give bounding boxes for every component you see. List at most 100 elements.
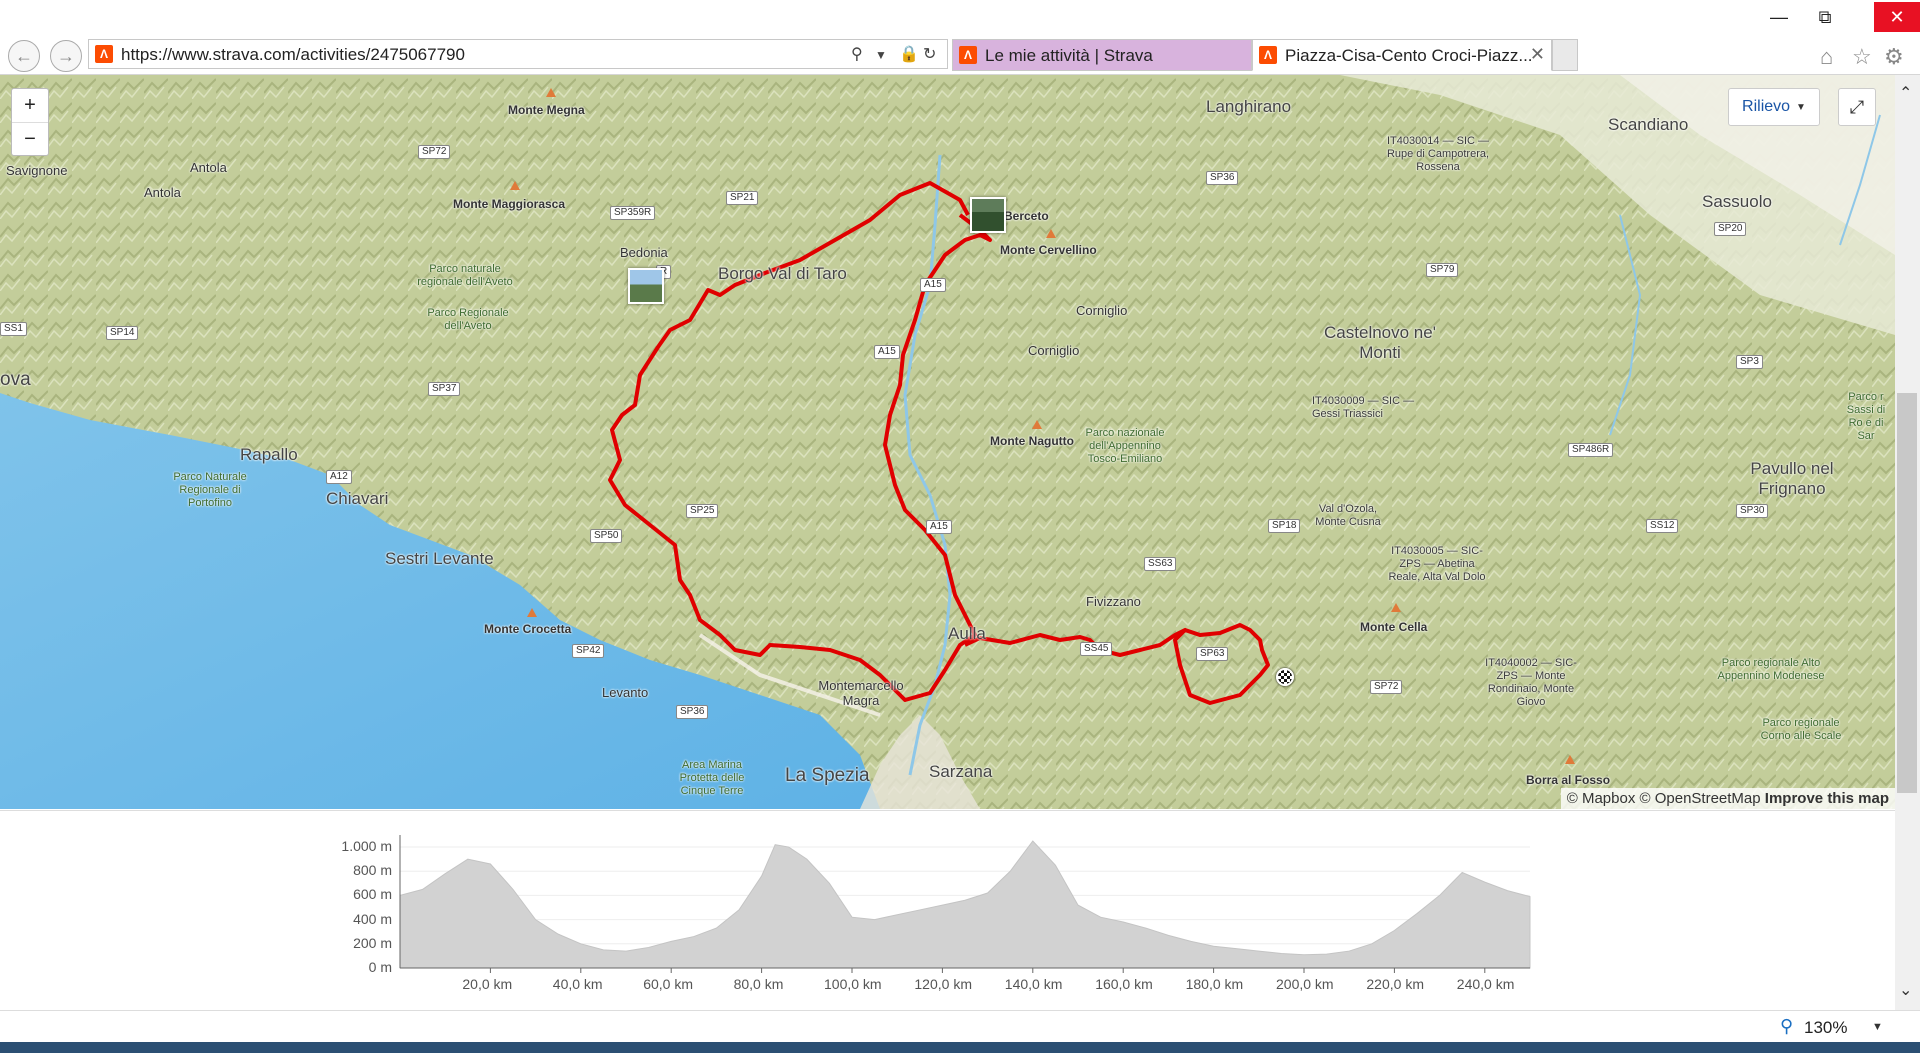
improve-map-link[interactable]: Improve this map	[1765, 790, 1889, 807]
road-shield: SP63	[1196, 647, 1229, 661]
scroll-thumb[interactable]	[1897, 393, 1917, 793]
road-shield: SS45	[1080, 642, 1113, 656]
zoom-in-button[interactable]: +	[12, 89, 48, 123]
road-shield: A15	[874, 345, 900, 359]
x-tick-label: 160,0 km	[1095, 976, 1153, 992]
tab-close-icon[interactable]: ✕	[1530, 44, 1545, 65]
strava-favicon-icon: Λ	[95, 45, 113, 63]
map-place-label: Antola	[144, 185, 181, 200]
road-shield: SP36	[676, 705, 709, 719]
road-shield: SP36	[1206, 171, 1239, 185]
park-label: Area Marina Protetta delle Cinque Terre	[679, 759, 745, 797]
y-tick-label: 0 m	[368, 959, 392, 975]
elevation-area	[399, 840, 1531, 969]
map-place-label: Fivizzano	[1086, 594, 1141, 609]
map-place-label: Monte Cella	[1360, 620, 1428, 634]
page-scrollbar[interactable]: ⌃ ⌄	[1895, 75, 1920, 1010]
road-shield: SP14	[106, 326, 139, 340]
x-tick-label: 180,0 km	[1185, 976, 1244, 992]
map-place-label: Berceto	[1004, 209, 1049, 223]
peak-icon	[510, 181, 520, 190]
map-place-label: Castelnovo ne' Monti	[1324, 323, 1436, 362]
zoom-control: + −	[11, 88, 49, 156]
road-shield: SP21	[726, 191, 759, 205]
elevation-profile[interactable]: 0 m 200 m 400 m 600 m 800 m 1.000 m 20,0 km 40,…	[0, 810, 1895, 1011]
favorites-star-icon[interactable]: ☆	[1852, 44, 1872, 70]
map-place-label: Borgo Val di Taro	[718, 264, 847, 283]
map-layer-label: Rilievo	[1742, 98, 1791, 115]
scroll-up-icon[interactable]: ⌃	[1899, 83, 1912, 103]
map-view[interactable]: Langhirano Scandiano Sassuolo Monte Megn…	[0, 75, 1895, 809]
road-shield: SP25	[686, 504, 719, 518]
map-layer-dropdown[interactable]: Rilievo ▼	[1728, 88, 1820, 126]
search-icon[interactable]: ⚲	[851, 44, 863, 64]
map-place-label: Chiavari	[326, 489, 389, 508]
peak-icon	[527, 608, 537, 617]
settings-gear-icon[interactable]: ⚙	[1884, 44, 1904, 70]
forward-arrow-icon: →	[57, 45, 75, 66]
tab-label: Le mie attività | Strava	[985, 46, 1153, 65]
scroll-down-icon[interactable]: ⌄	[1899, 980, 1912, 1000]
photo-marker[interactable]	[970, 197, 1006, 233]
minimize-button[interactable]: —	[1756, 2, 1802, 32]
x-tick-label: 40,0 km	[552, 976, 603, 992]
map-place-label: Corniglio	[1028, 343, 1080, 358]
road-shield: SP359R	[610, 206, 656, 220]
zoom-level[interactable]: 130%	[1804, 1018, 1847, 1038]
park-label: Val d'Ozola, Monte Cusna	[1315, 503, 1381, 528]
windows-taskbar	[0, 1042, 1920, 1053]
dropdown-icon[interactable]: ▼	[875, 48, 887, 62]
map-place-label: Pavullo nel Frignano	[1750, 459, 1834, 498]
window-titlebar: — ⧉ ✕	[0, 0, 1920, 36]
zoom-dropdown-icon[interactable]: ▼	[1872, 1021, 1883, 1033]
map-place-label: Levanto	[602, 685, 649, 700]
lock-icon[interactable]: 🔒	[899, 44, 919, 64]
forward-button[interactable]: →	[50, 40, 82, 72]
restore-button[interactable]: ⧉	[1802, 2, 1848, 32]
map-place-label: Scandiano	[1608, 115, 1689, 134]
tab-le-mie-attivita[interactable]: Λ Le mie attività | Strava	[952, 39, 1252, 71]
map-place-label: Monte Cervellino	[1000, 243, 1097, 257]
park-label: Parco naturale regionale dell'Aveto	[417, 263, 513, 288]
x-tick-label: 220,0 km	[1366, 976, 1424, 992]
park-label: Parco Naturale Regionale di Portofino	[173, 471, 247, 509]
park-label: Parco r Sassi di Ro e di Sar	[1846, 391, 1886, 442]
y-tick-label: 800 m	[353, 862, 392, 879]
close-window-button[interactable]: ✕	[1874, 2, 1920, 32]
map-place-label: Bedonia	[620, 245, 668, 260]
fullscreen-button[interactable]: ⤢	[1838, 88, 1876, 126]
x-tick-label: 140,0 km	[1004, 976, 1063, 992]
map-place-label: Sestri Levante	[385, 549, 494, 568]
zoom-magnifier-icon[interactable]: ⚲	[1780, 1016, 1793, 1037]
park-label: Parco regionale Corno alle Scale	[1760, 717, 1842, 742]
tab-activity[interactable]: Λ Piazza-Cisa-Cento Croci-Piazz... ✕	[1252, 39, 1552, 71]
road-shield: SS1	[0, 322, 27, 336]
back-button[interactable]: ←	[8, 40, 40, 72]
osm-link[interactable]: © OpenStreetMap	[1640, 790, 1761, 807]
x-tick-label: 240,0 km	[1456, 976, 1515, 992]
zoom-out-button[interactable]: −	[12, 123, 48, 156]
park-label: Parco nazionale dell'Appennino Tosco-Emi…	[1085, 427, 1165, 465]
route-line	[608, 181, 992, 702]
strava-favicon-icon: Λ	[1259, 46, 1277, 64]
map-place-label: Sassuolo	[1702, 192, 1772, 211]
x-tick-label: 20,0 km	[462, 976, 513, 992]
home-icon[interactable]: ⌂	[1820, 44, 1833, 70]
finish-flag-icon[interactable]	[1276, 668, 1294, 686]
x-tick-label: 100,0 km	[824, 976, 882, 992]
map-place-label: Monte Maggiorasca	[453, 197, 566, 211]
address-bar[interactable]: Λ https://www.strava.com/activities/2475…	[88, 39, 948, 69]
road-shield: SS63	[1144, 557, 1177, 571]
map-place-label: Borra al Fosso	[1526, 773, 1611, 787]
park-label: Parco Regionale dell'Aveto	[427, 307, 509, 332]
road-shield: SP18	[1268, 519, 1301, 533]
peak-icon	[546, 88, 556, 97]
park-label: IT4030005 — SIC-ZPS — Abetina Reale, Alt…	[1388, 545, 1486, 583]
url-text[interactable]: https://www.strava.com/activities/247506…	[121, 45, 465, 65]
new-tab-button[interactable]	[1552, 39, 1578, 71]
route-line	[964, 623, 1270, 705]
mapbox-link[interactable]: © Mapbox	[1567, 790, 1636, 807]
caret-down-icon: ▼	[1796, 101, 1806, 113]
photo-marker[interactable]	[628, 268, 664, 304]
refresh-icon[interactable]: ↻	[923, 44, 936, 64]
